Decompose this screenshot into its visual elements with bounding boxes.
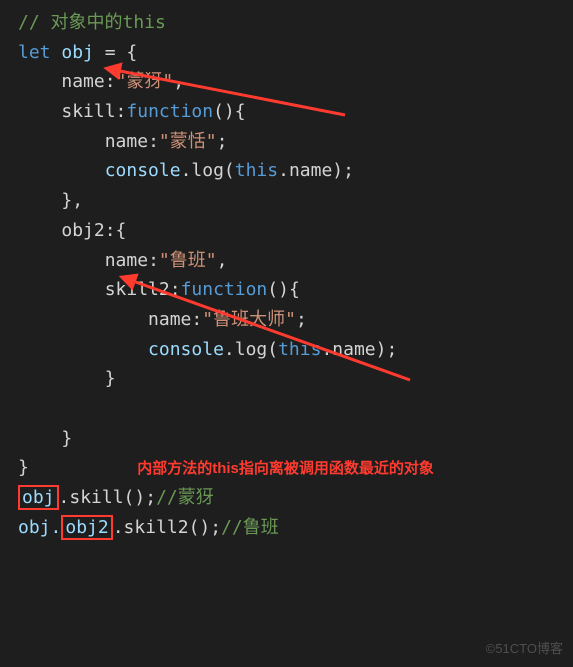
op: (){ xyxy=(267,279,300,300)
console: console xyxy=(105,160,181,181)
call-pre: obj. xyxy=(18,517,61,538)
prop-name: name xyxy=(61,71,104,92)
prop-obj2: obj2 xyxy=(61,220,104,241)
brace: }, xyxy=(61,190,83,211)
highlight-obj2: obj2 xyxy=(61,515,112,540)
identifier-obj: obj xyxy=(22,487,55,508)
brace: } xyxy=(105,368,116,389)
comment: //鲁班 xyxy=(221,517,279,538)
highlight-obj: obj xyxy=(18,485,59,510)
keyword-function: function xyxy=(126,101,213,122)
op: :{ xyxy=(105,220,127,241)
op: .log( xyxy=(181,160,235,181)
call: .skill2(); xyxy=(113,517,221,538)
console: console xyxy=(148,339,224,360)
prop-skill: skill xyxy=(61,101,115,122)
keyword-function: function xyxy=(181,279,268,300)
keyword-this: this xyxy=(235,160,278,181)
op: ; xyxy=(296,309,307,330)
op: .name); xyxy=(321,339,397,360)
string: "蒙恬" xyxy=(159,131,217,152)
prop-name: name xyxy=(105,250,148,271)
op: .log( xyxy=(224,339,278,360)
identifier-obj: obj xyxy=(61,42,94,63)
keyword-let: let xyxy=(18,42,51,63)
string: "鲁班" xyxy=(159,250,217,271)
brace: } xyxy=(18,457,29,478)
annotation-text: 内部方法的this指向离被调用函数最近的对象 xyxy=(137,460,434,477)
op: = { xyxy=(94,42,137,63)
comment: //蒙犽 xyxy=(156,487,214,508)
op: .name); xyxy=(278,160,354,181)
prop-skill2: skill2 xyxy=(105,279,170,300)
prop-name: name xyxy=(148,309,191,330)
brace: } xyxy=(61,428,72,449)
comment-line: // 对象中的this xyxy=(18,12,166,33)
watermark: ©51CTO博客 xyxy=(486,638,563,659)
prop-name: name xyxy=(105,131,148,152)
op: (){ xyxy=(213,101,246,122)
string: "蒙犽" xyxy=(116,71,174,92)
call: .skill(); xyxy=(59,487,157,508)
string: "鲁班大师" xyxy=(202,309,296,330)
op: ; xyxy=(217,131,228,152)
identifier-obj2: obj2 xyxy=(65,517,108,538)
code-block: // 对象中的this let obj = { name:"蒙犽", skill… xyxy=(0,0,573,550)
keyword-this: this xyxy=(278,339,321,360)
